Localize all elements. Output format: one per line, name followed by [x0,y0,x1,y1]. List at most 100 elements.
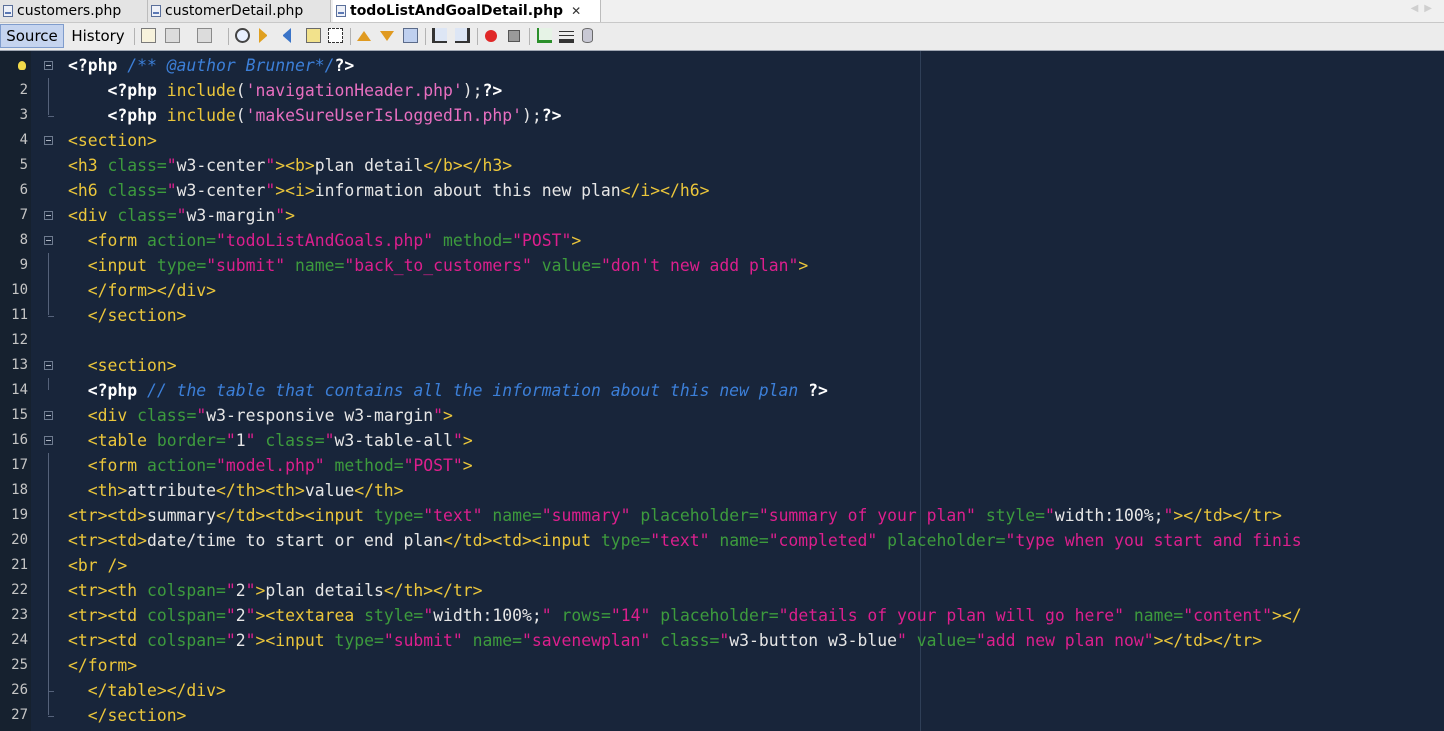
code-line[interactable]: <input type="submit" name="back_to_custo… [68,253,808,278]
code-token: name= [492,506,542,525]
code-token: ><input [255,631,325,650]
next-bookmark-icon[interactable] [380,31,394,41]
line-number: 8 [19,232,28,248]
line-number: 3 [19,107,28,123]
toggle-bookmark-icon[interactable] [403,28,418,43]
uncomment-icon[interactable] [559,28,574,43]
code-line[interactable]: <tr><td colspan="2"><textarea style="wid… [68,603,1302,628]
code-token: summary [146,506,217,525]
code-token: w3-center [176,156,266,175]
tab-customer-detail[interactable]: customerDetail.php [148,0,331,22]
find-previous-icon[interactable] [259,28,267,43]
code-token: " [541,606,552,625]
code-line[interactable]: <div class="w3-responsive w3-margin"> [68,403,453,428]
code-token: ); [462,81,483,100]
line-number: 12 [11,332,28,348]
code-token: ?> [808,381,828,400]
code-line[interactable]: </table></div> [68,678,226,703]
code-line[interactable]: <form action="model.php" method="POST"> [68,453,473,478]
code-token: "text" [650,531,710,550]
forward-icon[interactable] [197,28,212,43]
code-line[interactable]: <tr><th colspan="2">plan details</th></t… [68,578,483,603]
code-line[interactable]: <tr><td>summary</td><td><input type="tex… [68,503,1282,528]
code-token: ( [235,81,246,100]
code-line[interactable]: </section> [68,703,187,728]
code-line[interactable]: <table border="1" class="w3-table-all"> [68,428,473,453]
fold-toggle-icon[interactable] [44,236,53,245]
toggle-highlight-icon[interactable] [306,28,321,43]
code-line[interactable]: <tr><td colspan="2"><input type="submit"… [68,628,1262,653]
code-token: name= [719,531,769,550]
code-token: <section> [68,131,157,150]
source-view-button[interactable]: Source [0,24,64,48]
code-token: <tr><td [68,606,138,625]
code-line[interactable]: <th>attribute</th><th>value</th> [68,478,404,503]
code-editor[interactable]: <?php /** @author Brunner*/?> <?php incl… [68,51,1444,731]
code-token: <tr><th [68,581,138,600]
code-line[interactable]: <h3 class="w3-center"><b>plan detail</b>… [68,153,512,178]
history-view-button[interactable]: History [66,24,130,48]
stop-macro-icon[interactable] [508,30,520,42]
previous-bookmark-icon[interactable] [357,31,371,41]
fold-toggle-icon[interactable] [44,211,53,220]
code-token: <input [87,256,147,275]
fold-toggle-icon[interactable] [44,411,53,420]
database-icon[interactable] [582,28,593,43]
code-token: > [462,431,473,450]
code-line[interactable]: <tr><td>date/time to start or end plan</… [68,528,1302,553]
shift-right-icon[interactable] [455,28,470,43]
line-number: 7 [19,207,28,223]
code-line[interactable]: </form> [68,653,137,678]
code-token: w3-table-all [334,431,453,450]
hint-bulb-icon[interactable] [18,61,26,70]
toolbar-separator [529,28,530,45]
code-token: <div [87,406,128,425]
code-line[interactable]: <?php include('makeSureUserIsLoggedIn.ph… [68,103,561,128]
code-token: </b></h3> [423,156,513,175]
code-token: <br /> [68,556,128,575]
tab-scroll-arrows-icon[interactable]: ◀▶ [1411,3,1438,14]
code-line[interactable]: <form action="todoListAndGoals.php" meth… [68,228,581,253]
tab-todo-list-and-goal-detail[interactable]: todoListAndGoalDetail.php ✕ [333,0,601,22]
code-token: </th> [354,481,404,500]
code-line[interactable]: </form></div> [68,278,216,303]
shift-left-icon[interactable] [432,28,447,43]
fold-toggle-icon[interactable] [44,361,53,370]
code-token: name= [472,631,522,650]
fold-toggle-icon[interactable] [44,436,53,445]
code-line[interactable]: <?php include('navigationHeader.php');?> [68,78,502,103]
code-line[interactable]: <section> [68,353,177,378]
code-line[interactable]: <h6 class="w3-center"><i>information abo… [68,178,709,203]
fold-toggle-icon[interactable] [44,61,53,70]
back-icon[interactable] [165,28,180,43]
code-line[interactable]: <section> [68,128,157,153]
comment-icon[interactable] [537,28,552,43]
code-token: width:100%; [433,606,542,625]
fold-toggle-icon[interactable] [44,136,53,145]
code-token: </form></div> [87,281,217,300]
close-tab-icon[interactable]: ✕ [571,4,581,18]
code-line[interactable]: <div class="w3-margin"> [68,203,295,228]
start-macro-icon[interactable] [485,30,497,42]
tab-customers[interactable]: customers.php [0,0,148,22]
code-token: /** @author Brunner*/ [127,56,335,75]
code-token: <?php [107,81,157,100]
code-line[interactable]: <?php // the table that contains all the… [68,378,828,403]
fold-guide-line [48,453,49,715]
code-line[interactable]: </section> [68,303,187,328]
code-line[interactable]: <?php /** @author Brunner*/?> [68,53,354,78]
toggle-rect-select-icon[interactable] [328,28,343,43]
last-edit-icon[interactable] [141,28,156,43]
code-line[interactable]: <br /> [68,553,127,578]
code-token: > [571,231,582,250]
find-next-icon[interactable] [283,28,291,43]
fold-guide-line [48,253,49,315]
code-token: ></td></tr> [1153,631,1263,650]
find-selection-icon[interactable] [235,28,250,43]
